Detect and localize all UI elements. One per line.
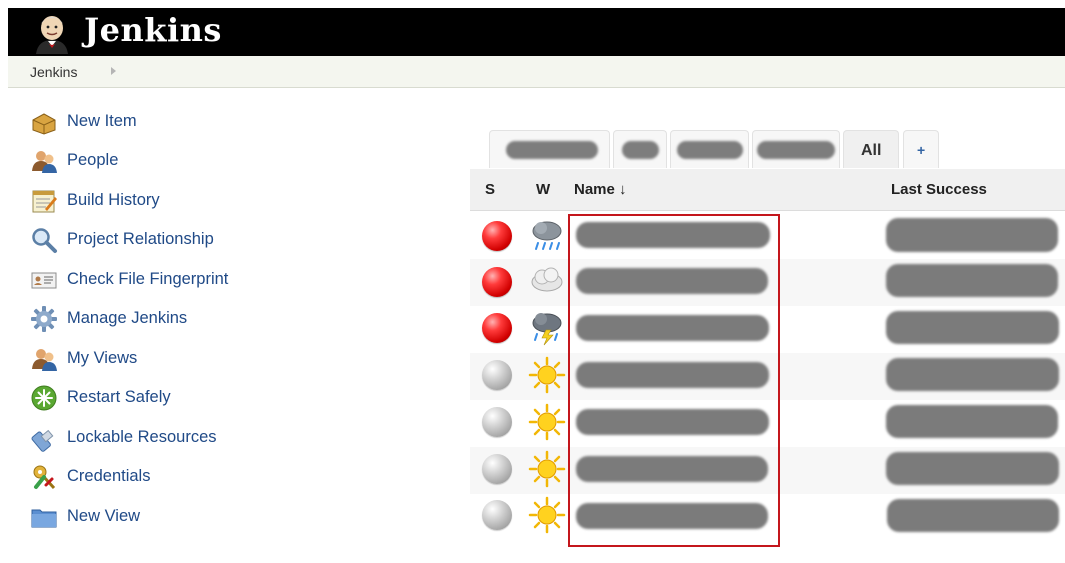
redacted-last-success xyxy=(887,499,1059,532)
sidebar-item-label: New View xyxy=(67,507,141,525)
sun-icon[interactable] xyxy=(528,403,566,441)
table-row xyxy=(470,259,1065,306)
table-row xyxy=(470,494,1065,541)
sidebar-item-label: My Views xyxy=(67,349,138,367)
keys-icon xyxy=(33,465,56,490)
jenkins-butler-icon[interactable] xyxy=(30,10,74,54)
sidebar-item-label: Project Relationship xyxy=(67,230,214,248)
breadcrumb: Jenkins xyxy=(8,56,1065,88)
table-row xyxy=(470,306,1065,353)
tab-redacted-1[interactable] xyxy=(489,130,610,168)
rain-cloud-icon[interactable] xyxy=(528,216,566,254)
redacted-last-success xyxy=(886,405,1058,438)
status-grey-ball-icon[interactable] xyxy=(482,454,512,484)
column-header-last-success[interactable]: Last Success xyxy=(891,181,987,198)
redacted-job-name[interactable] xyxy=(576,409,769,435)
table-header: S W Name ↓ Last Success xyxy=(470,169,1065,211)
redacted-label xyxy=(677,141,743,159)
cloud-icon[interactable] xyxy=(528,262,566,300)
status-grey-ball-icon[interactable] xyxy=(482,500,512,530)
redacted-last-success xyxy=(886,452,1059,485)
sidebar-item-label: Check File Fingerprint xyxy=(67,270,229,288)
redacted-label xyxy=(757,141,835,159)
status-grey-ball-icon[interactable] xyxy=(482,407,512,437)
table-row xyxy=(470,447,1065,494)
notepad-icon xyxy=(32,190,57,213)
tab-all[interactable]: All xyxy=(843,130,899,168)
new-item-icon xyxy=(32,113,56,135)
redacted-last-success xyxy=(886,311,1059,344)
tab-redacted-2[interactable] xyxy=(613,130,667,168)
redacted-label xyxy=(622,141,659,159)
sidebar-item-label: Build History xyxy=(67,191,160,209)
tab-redacted-3[interactable] xyxy=(670,130,749,168)
status-red-ball-icon[interactable] xyxy=(482,221,512,251)
brand-title[interactable]: Jenkins xyxy=(84,11,222,49)
breadcrumb-item-jenkins[interactable]: Jenkins xyxy=(30,64,77,80)
redacted-last-success xyxy=(886,218,1058,252)
breadcrumb-chevron-icon[interactable] xyxy=(111,67,116,75)
redacted-job-name[interactable] xyxy=(576,315,769,341)
column-header-name[interactable]: Name ↓ xyxy=(574,181,627,198)
table-row xyxy=(470,400,1065,447)
sun-icon[interactable] xyxy=(528,496,566,534)
thunderstorm-icon[interactable] xyxy=(528,308,566,346)
redacted-job-name[interactable] xyxy=(576,268,768,294)
redacted-label xyxy=(506,141,598,159)
redacted-last-success xyxy=(886,358,1059,391)
sidebar-item-label: Restart Safely xyxy=(67,388,171,406)
restart-icon xyxy=(31,385,57,411)
status-grey-ball-icon[interactable] xyxy=(482,360,512,390)
tab-all-label: All xyxy=(861,142,882,159)
people-icon xyxy=(32,349,57,371)
sidebar-item-label: Lockable Resources xyxy=(67,428,217,446)
top-header: Jenkins xyxy=(8,8,1065,56)
table-row xyxy=(470,353,1065,400)
tab-redacted-4[interactable] xyxy=(752,130,840,168)
sidebar-item-label: Credentials xyxy=(67,467,151,485)
folder-icon xyxy=(31,509,57,528)
gear-icon xyxy=(31,306,57,332)
usb-key-icon xyxy=(31,429,54,452)
sidebar-item-label: Manage Jenkins xyxy=(67,309,188,327)
magnifier-icon xyxy=(32,228,57,253)
status-red-ball-icon[interactable] xyxy=(482,267,512,297)
table-row xyxy=(470,212,1065,259)
column-header-weather[interactable]: W xyxy=(536,181,550,198)
people-icon xyxy=(32,151,57,173)
sun-icon[interactable] xyxy=(528,450,566,488)
sidebar-item-label: People xyxy=(67,151,119,169)
tab-add-view[interactable]: + xyxy=(903,130,939,168)
column-header-status[interactable]: S xyxy=(485,181,495,198)
fingerprint-card-icon xyxy=(31,272,57,289)
redacted-job-name[interactable] xyxy=(576,503,768,529)
redacted-job-name[interactable] xyxy=(576,362,769,388)
redacted-job-name[interactable] xyxy=(576,222,770,248)
redacted-job-name[interactable] xyxy=(576,456,768,482)
add-view-icon: + xyxy=(917,142,926,158)
sidebar-item-label: New Item xyxy=(67,112,137,130)
redacted-last-success xyxy=(886,264,1058,297)
sun-icon[interactable] xyxy=(528,356,566,394)
status-red-ball-icon[interactable] xyxy=(482,313,512,343)
